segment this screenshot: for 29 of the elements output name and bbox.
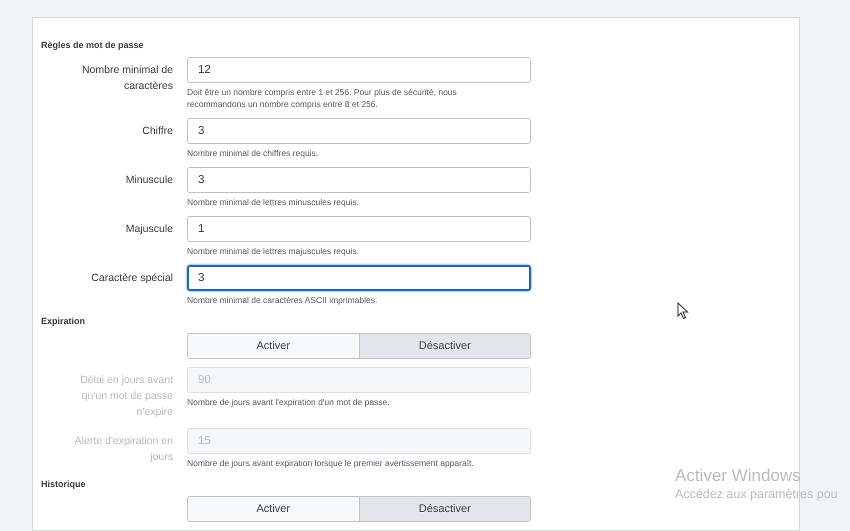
section-heading: Règles de mot de passe [41, 39, 144, 52]
toggle-option[interactable]: Activer [188, 334, 358, 358]
help-text: Nombre minimal de chiffres requis. [187, 147, 320, 159]
field-label: Délai en jours avant qu'un mot de passe n'expire [79, 373, 174, 420]
input-field[interactable]: 12 [187, 57, 531, 83]
input-field[interactable]: 3 [187, 118, 531, 144]
help-text: Nombre de jours avant l'expiration d'un mot de passe. [187, 396, 391, 408]
help-text: Nombre minimal de lettres majuscules requis. [187, 245, 360, 257]
field-label: Alerte d'expiration en jours [74, 434, 174, 465]
toggle-option[interactable]: Activer [188, 497, 358, 521]
help-text: Nombre de jours avant expiration lorsque le premier avertissement apparaît. [187, 457, 475, 469]
help-text: Nombre minimal de caractères ASCII imprimables. [187, 294, 378, 306]
section-heading: Expiration [41, 315, 86, 328]
field-label: Caractère spécial [90, 271, 174, 286]
input-field[interactable]: 3 [187, 265, 531, 291]
watermark-subtitle: Accédez aux paramètres pou [675, 486, 838, 502]
input-field[interactable]: 3 [187, 167, 531, 193]
field-label: Chiffre [141, 124, 174, 139]
section-heading: Historique [41, 478, 86, 491]
help-text: Doit être un nombre compris entre 1 et 256. Pour plus de sécurité, nous recommandons un nombre compris entre 8 et 256. [187, 86, 458, 110]
toggle-option[interactable]: Désactiver [358, 334, 530, 358]
field-label: Majuscule [124, 222, 174, 237]
field-label: Minuscule [124, 173, 174, 188]
field-label: Nombre minimal de caractères [80, 63, 174, 94]
cursor-icon [677, 302, 689, 320]
help-text: Nombre minimal de lettres minuscules requis. [187, 196, 360, 208]
watermark-title: Activer Windows [675, 466, 802, 486]
input-field[interactable]: 1 [187, 216, 531, 242]
toggle-option[interactable]: Désactiver [358, 497, 530, 521]
